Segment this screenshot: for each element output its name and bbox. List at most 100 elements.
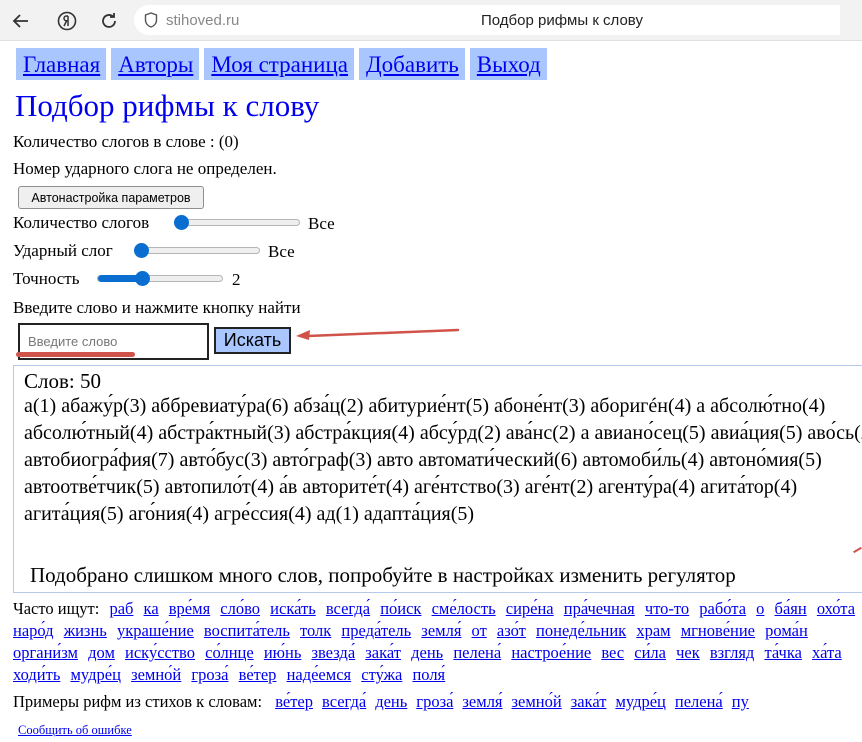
popular-word-link[interactable]: по́иск xyxy=(380,599,421,618)
popular-word-link[interactable]: всегда́ xyxy=(326,599,370,618)
popular-word-link[interactable]: земля́ xyxy=(421,621,461,640)
page-content: Главная Авторы Моя страница Добавить Вых… xyxy=(0,41,862,742)
stress-slider-thumb[interactable] xyxy=(134,243,149,258)
result-word: агре́ссия(4) xyxy=(214,503,312,525)
result-word: автоно́мия(5) xyxy=(709,449,822,471)
popular-word-link[interactable]: раб xyxy=(109,599,133,618)
popular-word-link[interactable]: звезда́ xyxy=(311,643,355,662)
nav-my-page[interactable]: Моя страница xyxy=(204,48,354,80)
popular-word-link[interactable]: наро́д xyxy=(13,621,54,640)
popular-word-link[interactable]: зака́т xyxy=(365,643,401,662)
example-word-link[interactable]: пелена́ xyxy=(675,692,723,711)
popular-word-link[interactable]: мгнове́ние xyxy=(681,621,755,640)
result-word: авиано́сец(5) xyxy=(594,422,706,444)
popular-word-link[interactable]: взгляд xyxy=(710,643,754,662)
syllables-slider-thumb[interactable] xyxy=(174,215,189,230)
popular-word-link[interactable]: поля́ xyxy=(412,665,445,684)
popular-word-link[interactable]: пелена́ xyxy=(453,643,501,662)
popular-word-link[interactable]: охо́та xyxy=(817,599,855,618)
result-word: абсу́рд(2) xyxy=(419,422,501,444)
popular-word-link[interactable]: толк xyxy=(300,621,331,640)
result-word: аге́нтство(3) xyxy=(414,476,520,498)
popular-word-link[interactable]: иска́ть xyxy=(270,599,316,618)
popular-word-link[interactable]: жизнь xyxy=(64,621,107,640)
popular-word-link[interactable]: настрое́ние xyxy=(511,643,591,662)
precision-slider-row: Точность xyxy=(13,268,79,290)
popular-word-link[interactable]: ка xyxy=(144,599,159,618)
popular-word-link[interactable]: си́ла xyxy=(634,643,666,662)
popular-word-link[interactable]: воспита́тель xyxy=(204,621,290,640)
tab-title: Подбор рифмы к слову xyxy=(481,12,643,29)
result-word: абстра́кция(4) xyxy=(295,422,415,444)
search-button[interactable]: Искать xyxy=(214,327,291,354)
popular-word-link[interactable]: органи́зм xyxy=(13,643,78,662)
popular-word-link[interactable]: сту́жа xyxy=(361,665,402,684)
example-word-link[interactable]: земно́й xyxy=(512,692,562,711)
popular-word-link[interactable]: та́чка xyxy=(764,643,801,662)
precision-slider-label: Точность xyxy=(13,269,80,288)
nav-add[interactable]: Добавить xyxy=(358,48,465,80)
precision-slider-thumb[interactable] xyxy=(135,271,150,286)
syllables-slider-value: Все xyxy=(308,214,335,233)
back-arrow-icon[interactable] xyxy=(4,0,38,41)
popular-word-link[interactable]: наде́емся xyxy=(287,665,352,684)
popular-word-link[interactable]: день xyxy=(411,643,443,662)
yandex-icon[interactable] xyxy=(50,0,84,41)
stress-slider[interactable] xyxy=(134,243,260,258)
popular-word-link[interactable]: храм xyxy=(636,621,670,640)
popular-word-link[interactable]: иску́сство xyxy=(125,643,195,662)
popular-word-link[interactable]: ха́та xyxy=(812,643,842,662)
results-words: а(1) абажу́р(3) аббревиату́ра(6) абза́ц(… xyxy=(24,393,862,528)
popular-word-link[interactable]: ходи́ть xyxy=(13,665,60,684)
popular-word-link[interactable]: со́лнце xyxy=(205,643,254,662)
result-word: абитурие́нт(5) xyxy=(368,395,490,417)
example-word-link[interactable]: земля́ xyxy=(462,692,502,711)
report-error-link[interactable]: Сообщить об ошибке xyxy=(18,723,132,738)
annotation-arrow-icon xyxy=(296,328,460,340)
nav-logout[interactable]: Выход xyxy=(469,48,547,80)
autosetup-button[interactable]: Автонастройка параметров xyxy=(18,186,204,209)
popular-word-link[interactable]: ба́ян xyxy=(775,599,807,618)
popular-word-link[interactable]: пра́чечная xyxy=(564,599,635,618)
stress-slider-row: Ударный слог xyxy=(13,240,113,262)
annotation-underline xyxy=(16,352,135,357)
popular-word-link[interactable]: земно́й xyxy=(131,665,181,684)
popular-word-link[interactable]: чек xyxy=(676,643,700,662)
popular-word-link[interactable]: понеде́льник xyxy=(536,621,626,640)
popular-word-link[interactable]: ве́тер xyxy=(239,665,277,684)
reload-icon[interactable] xyxy=(92,0,126,41)
nav-authors[interactable]: Авторы xyxy=(111,48,200,80)
shield-icon[interactable] xyxy=(144,12,158,28)
popular-word-link[interactable]: гроза́ xyxy=(191,665,228,684)
popular-word-link[interactable]: сме́лость xyxy=(432,599,496,618)
popular-word-link[interactable]: вес xyxy=(601,643,624,662)
popular-word-link[interactable]: о xyxy=(756,599,764,618)
popular-word-link[interactable]: что-то xyxy=(645,599,689,618)
popular-word-link[interactable]: мудре́ц xyxy=(70,665,120,684)
example-word-link[interactable]: день xyxy=(375,692,407,711)
example-word-link[interactable]: пу xyxy=(732,692,749,711)
example-word-link[interactable]: гроза́ xyxy=(416,692,453,711)
precision-slider[interactable] xyxy=(97,271,223,286)
stress-text: Номер ударного слога не определен. xyxy=(13,159,277,178)
nav-home[interactable]: Главная xyxy=(16,48,107,80)
example-word-link[interactable]: мудре́ц xyxy=(615,692,665,711)
popular-word-link[interactable]: сло́во xyxy=(220,599,260,618)
popular-word-link[interactable]: рабо́та xyxy=(699,599,746,618)
popular-word-link[interactable]: от xyxy=(472,621,487,640)
popular-word-link[interactable]: украше́ние xyxy=(117,621,194,640)
example-word-link[interactable]: зака́т xyxy=(571,692,607,711)
popular-word-link[interactable]: азо́т xyxy=(497,621,526,640)
popular-word-link[interactable]: вре́мя xyxy=(169,599,210,618)
rhyme-examples: Примеры рифм из стихов к словам: ве́тер в… xyxy=(13,691,862,713)
popular-word-link[interactable]: ию́нь xyxy=(264,643,302,662)
syllables-slider[interactable] xyxy=(174,215,300,230)
popular-word-link[interactable]: сире́на xyxy=(506,599,554,618)
popular-word-link[interactable]: преда́тель xyxy=(341,621,411,640)
stress-slider-label: Ударный слог xyxy=(13,241,113,260)
address-domain[interactable]: stihoved.ru xyxy=(166,12,239,29)
example-word-link[interactable]: ве́тер xyxy=(275,692,313,711)
popular-word-link[interactable]: рома́н xyxy=(765,621,808,640)
popular-word-link[interactable]: дом xyxy=(88,643,115,662)
example-word-link[interactable]: всегда́ xyxy=(322,692,366,711)
